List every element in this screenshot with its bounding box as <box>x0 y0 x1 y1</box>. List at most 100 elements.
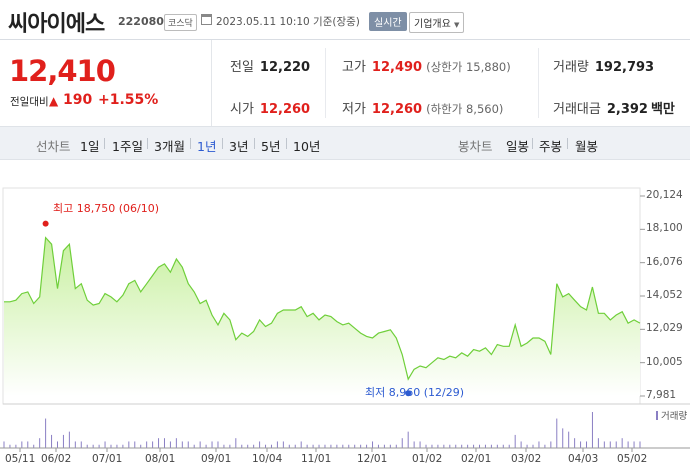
prev-close-label: 전일 <box>230 60 254 75</box>
volume-bar <box>187 441 189 448</box>
price-summary: 12,410 전일대비 ▲ 190 +1.55% <box>0 40 210 126</box>
volume-bar <box>609 441 611 448</box>
volume-bar <box>175 438 177 448</box>
stock-header: 씨아이에스 222080 코스닥 2023.05.11 10:10 기준(장중)… <box>0 0 690 40</box>
y-tick-label: 10,005 <box>646 355 683 368</box>
volume-bar <box>21 441 23 448</box>
volume-bar <box>199 441 201 448</box>
volume-bar <box>104 441 106 448</box>
x-tick-label: 02/01 <box>461 453 492 465</box>
trade-amount-cell: 거래대금 2,392 백만 <box>553 98 675 117</box>
prev-close-value: 12,220 <box>259 60 311 75</box>
x-tick-label: 03/02 <box>511 453 542 465</box>
volume-bar <box>217 441 219 448</box>
chevron-down-icon: ▼ <box>454 21 460 29</box>
volume-swatch <box>656 411 658 420</box>
volume-bar <box>68 431 70 448</box>
divider <box>538 48 539 118</box>
volume-bar <box>276 441 278 448</box>
volume-bar <box>574 438 576 448</box>
volume-bar <box>259 441 261 448</box>
volume-bar <box>56 441 58 448</box>
volume-bar <box>591 412 593 448</box>
volume-bar <box>562 428 564 448</box>
lower-limit: (하한가 8,560) <box>426 102 504 116</box>
current-price: 12,410 <box>9 54 116 88</box>
tab-3y[interactable]: 3년 <box>229 136 248 155</box>
volume-bar <box>372 441 374 448</box>
chart-period-tabs: 선차트 1일 1주일 3개월 1년 3년 5년 10년 봉차트 일봉 주봉 월봉 <box>0 126 690 160</box>
trade-amount-unit: 백만 <box>650 102 675 117</box>
tab-1y[interactable]: 1년 <box>197 136 216 155</box>
volume-bar <box>407 431 409 448</box>
volume-bar <box>74 441 76 448</box>
volume-bar <box>163 438 165 448</box>
high-label: 고가 <box>342 60 366 75</box>
y-tick-label: 12,029 <box>646 322 683 335</box>
line-chart-tab[interactable]: 선차트 <box>36 136 71 155</box>
volume-bar <box>520 441 522 448</box>
prev-close-cell: 전일 12,220 <box>230 56 310 75</box>
volume-bar <box>300 441 302 448</box>
low-annotation: 최저 8,960 (12/29) <box>365 386 465 399</box>
volume-bar <box>556 418 558 448</box>
volume-bar <box>169 441 171 448</box>
volume-bar <box>633 441 635 448</box>
tab-5y[interactable]: 5년 <box>261 136 280 155</box>
volume-bar <box>282 441 284 448</box>
x-tick-label: 05/02 <box>617 453 648 465</box>
tab-3m[interactable]: 3개월 <box>154 136 185 155</box>
tab-daily-candle[interactable]: 일봉 <box>506 136 529 155</box>
y-tick-label: 16,076 <box>646 255 683 268</box>
quote-stats: 전일 12,220 시가 12,260 고가 12,490 (상한가 15,880) 저… <box>211 40 690 126</box>
volume-bar <box>80 441 82 448</box>
volume-bar <box>603 441 605 448</box>
x-tick-label: 04/03 <box>568 453 599 465</box>
upper-limit: (상한가 15,880) <box>426 60 511 74</box>
change-value: 190 <box>63 92 93 108</box>
volume-legend-label: 거래량 <box>661 411 688 422</box>
volume-bar <box>62 434 64 448</box>
volume-value: 192,793 <box>594 60 655 75</box>
volume-bar <box>586 441 588 448</box>
x-tick-label: 08/01 <box>145 453 176 465</box>
trade-amount-label: 거래대금 <box>553 102 601 117</box>
volume-bar <box>550 441 552 448</box>
x-tick-label: 09/01 <box>201 453 232 465</box>
tab-weekly-candle[interactable]: 주봉 <box>539 136 562 155</box>
x-tick-label: 10/04 <box>252 453 283 465</box>
volume-bar <box>134 441 136 448</box>
volume-bar <box>181 441 183 448</box>
x-tick-label: 07/01 <box>92 453 123 465</box>
change-rate: +1.55% <box>98 92 159 108</box>
open-value: 12,260 <box>259 102 311 117</box>
stock-name: 씨아이에스 <box>8 12 105 37</box>
company-overview-dropdown[interactable]: 기업개요 ▼ <box>409 12 465 33</box>
realtime-button[interactable]: 실시간 <box>369 12 407 31</box>
divider <box>532 138 533 149</box>
candle-chart-tab[interactable]: 봉차트 <box>458 136 493 155</box>
volume-bar <box>27 441 29 448</box>
divider <box>254 138 255 149</box>
volume-bar <box>615 441 617 448</box>
volume-legend: 거래량 <box>656 408 687 422</box>
x-tick-label: 01/02 <box>412 453 443 465</box>
tab-1w[interactable]: 1주일 <box>112 136 143 155</box>
volume-bar <box>128 441 130 448</box>
volume-bar <box>627 441 629 448</box>
divider <box>567 138 568 149</box>
tab-1d[interactable]: 1일 <box>80 136 99 155</box>
volume-bar <box>580 441 582 448</box>
up-triangle-icon: ▲ <box>49 94 59 108</box>
calendar-icon <box>201 14 212 25</box>
volume-bar <box>39 438 41 448</box>
y-tick-label: 14,052 <box>646 289 683 301</box>
x-tick-label: 12/01 <box>357 453 388 465</box>
low-label: 저가 <box>342 102 366 117</box>
price-chart[interactable]: 최고 18,750 (06/10) 최저 8,960 (12/29) 거래량 2… <box>0 160 690 476</box>
volume-bar <box>45 418 47 448</box>
tab-10y[interactable]: 10년 <box>293 136 320 155</box>
high-value: 12,490 <box>371 60 423 75</box>
tab-monthly-candle[interactable]: 월봉 <box>575 136 598 155</box>
volume-bar <box>639 441 641 448</box>
